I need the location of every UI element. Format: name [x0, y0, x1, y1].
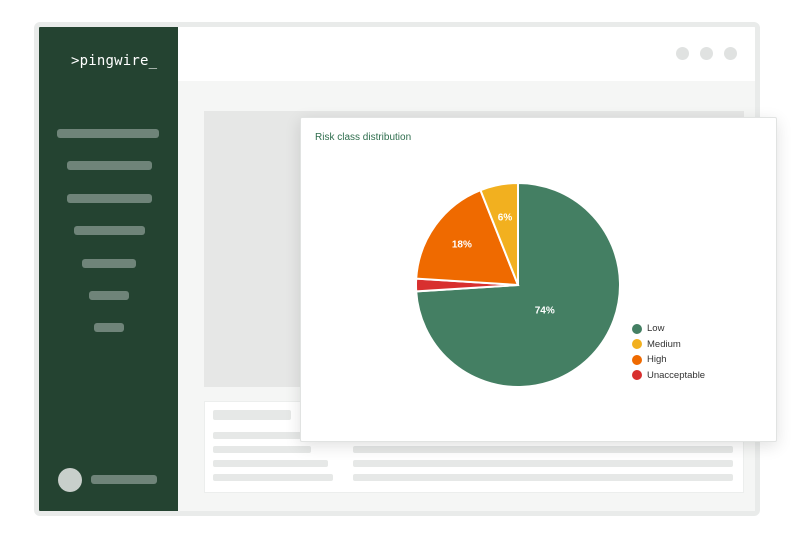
placeholder-line — [213, 460, 328, 467]
placeholder-line — [213, 446, 311, 453]
placeholder-line — [353, 446, 733, 453]
nav-item-placeholder[interactable] — [89, 291, 129, 300]
sidebar: >pingwire_ — [39, 27, 178, 511]
placeholder-line — [213, 432, 311, 439]
legend-label: Unacceptable — [647, 369, 706, 381]
slice-label-low: 74% — [535, 306, 555, 317]
nav-item-placeholder[interactable] — [82, 259, 136, 268]
nav-item-placeholder[interactable] — [67, 194, 152, 203]
legend-swatch-icon — [632, 354, 642, 365]
chart-legend: Low Medium High Unacceptable — [632, 321, 705, 383]
placeholder-line — [353, 460, 733, 467]
nav-item-placeholder[interactable] — [74, 226, 145, 235]
pie-chart: 74% 18% 6% — [414, 181, 621, 388]
legend-swatch-icon — [632, 339, 642, 350]
legend-item-medium[interactable]: Medium — [632, 337, 705, 353]
window-dot-icon[interactable] — [676, 47, 689, 60]
legend-swatch-icon — [632, 323, 642, 334]
slice-label-high: 18% — [452, 240, 472, 251]
legend-label: High — [647, 354, 667, 366]
nav-item-placeholder[interactable] — [67, 161, 152, 170]
placeholder-line — [213, 474, 333, 481]
slice-label-medium: 6% — [498, 212, 513, 223]
legend-item-unacceptable[interactable]: Unacceptable — [632, 368, 705, 384]
top-bar — [178, 27, 755, 81]
nav-item-placeholder[interactable] — [94, 323, 124, 332]
placeholder-heading — [213, 410, 291, 420]
risk-chart-card: Risk class distribution 74% 18% 6% Low Medi… — [300, 117, 777, 442]
legend-label: Medium — [647, 338, 681, 350]
legend-label: Low — [647, 323, 665, 335]
nav-item-placeholder[interactable] — [57, 129, 159, 138]
brand-logo[interactable]: >pingwire_ — [71, 53, 157, 69]
window-dot-icon[interactable] — [700, 47, 713, 60]
window-dot-icon[interactable] — [724, 47, 737, 60]
avatar-icon[interactable] — [58, 468, 82, 492]
legend-item-high[interactable]: High — [632, 352, 705, 368]
user-name-placeholder — [91, 475, 157, 484]
placeholder-line — [353, 474, 733, 481]
legend-swatch-icon — [632, 370, 642, 381]
legend-item-low[interactable]: Low — [632, 321, 705, 337]
